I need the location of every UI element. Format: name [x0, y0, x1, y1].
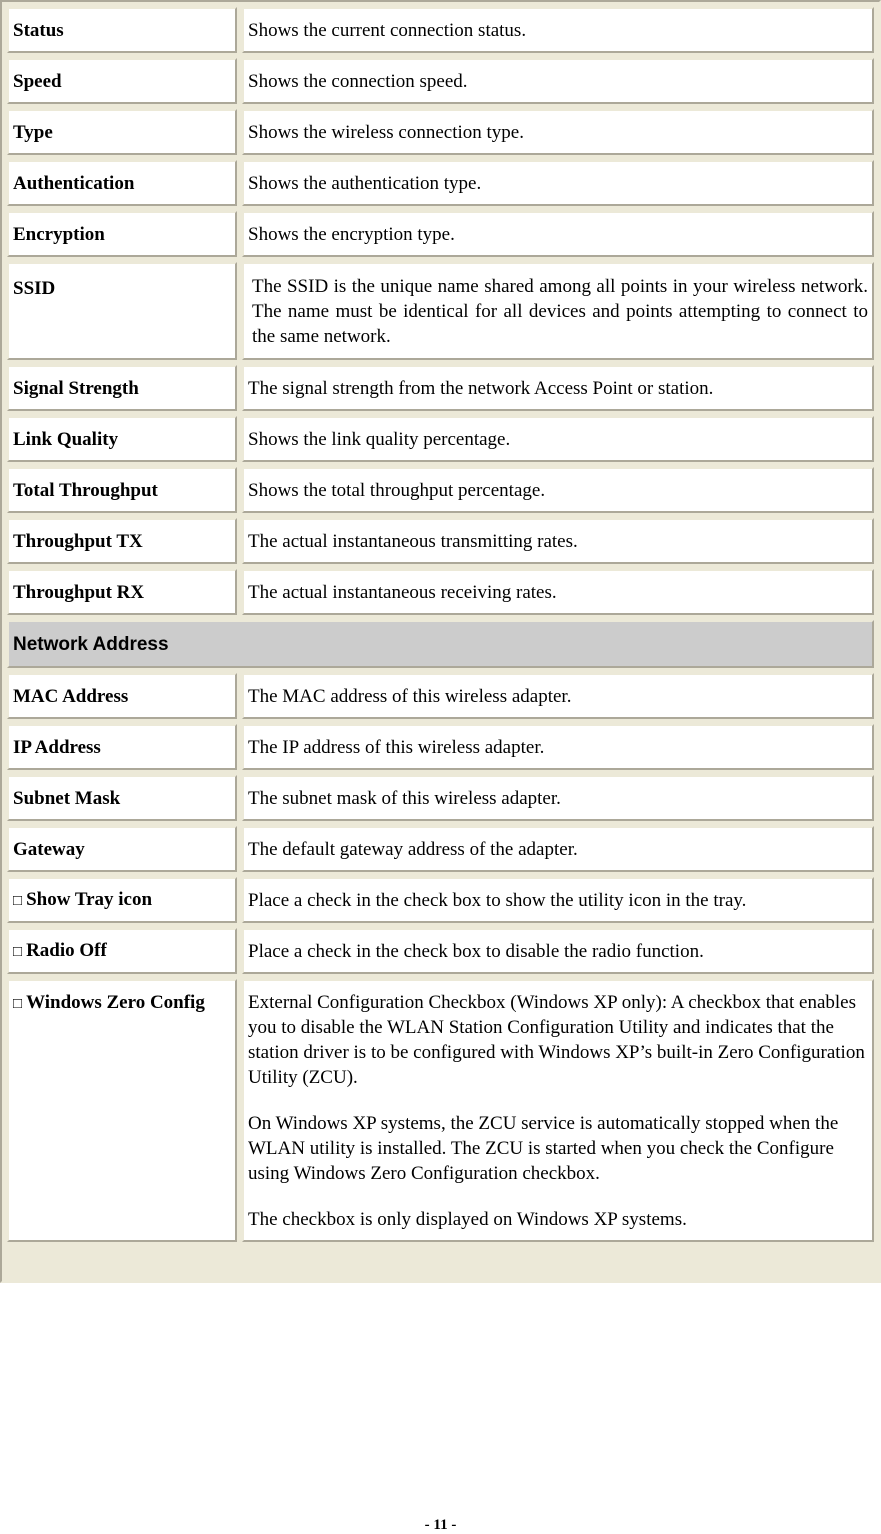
section-header-network-address: Network Address: [7, 620, 874, 668]
row-description: Shows the wireless connection type.: [242, 109, 874, 155]
table-row: Link Quality Shows the link quality perce…: [7, 416, 874, 462]
row-label-text: Show Tray icon: [26, 888, 153, 910]
table-row: Type Shows the wireless connection type.: [7, 109, 874, 155]
definition-table-frame: Status Shows the current connection statu…: [0, 0, 881, 1283]
description-paragraph: External Configuration Checkbox (Windows…: [248, 992, 865, 1088]
row-label: Throughput RX: [7, 569, 237, 615]
row-description: Shows the current connection status.: [242, 7, 874, 53]
table-row: Speed Shows the connection speed.: [7, 58, 874, 104]
row-label: Link Quality: [7, 416, 237, 462]
row-description: The MAC address of this wireless adapter…: [242, 673, 874, 719]
row-description: The SSID is the unique name shared among…: [242, 262, 874, 360]
row-description: Place a check in the check box to disabl…: [242, 928, 874, 974]
table-row: □ Radio Off Place a check in the check box…: [7, 928, 874, 974]
table-row: Throughput TX The actual instantaneous tr…: [7, 518, 874, 564]
row-label: Subnet Mask: [7, 775, 237, 821]
row-label: MAC Address: [7, 673, 237, 719]
table-row: □ Windows Zero Config External Configurat…: [7, 979, 874, 1242]
row-description: Place a check in the check box to show t…: [242, 877, 874, 923]
row-description: External Configuration Checkbox (Windows…: [242, 979, 874, 1242]
table-row: Gateway The default gateway address of th…: [7, 826, 874, 872]
row-label-text: Windows Zero Config: [26, 992, 205, 1013]
description-paragraph: The checkbox is only displayed on Window…: [248, 1209, 687, 1230]
row-label: Throughput TX: [7, 518, 237, 564]
row-label: SSID: [7, 262, 237, 360]
row-description: Shows the link quality percentage.: [242, 416, 874, 462]
row-label: Authentication: [7, 160, 237, 206]
row-label: Status: [7, 7, 237, 53]
row-description: Shows the connection speed.: [242, 58, 874, 104]
row-label: Gateway: [7, 826, 237, 872]
table-row: □ Show Tray icon Place a check in the chec…: [7, 877, 874, 923]
row-description: The IP address of this wireless adapter.: [242, 724, 874, 770]
row-label: IP Address: [7, 724, 237, 770]
checkbox-icon: □: [13, 943, 23, 960]
row-label: Encryption: [7, 211, 237, 257]
checkbox-icon: □: [13, 996, 23, 1012]
row-description: The signal strength from the network Acc…: [242, 365, 874, 411]
row-label: □ Radio Off: [7, 928, 237, 974]
description-paragraph: On Windows XP systems, the ZCU service i…: [248, 1113, 839, 1184]
row-description: The default gateway address of the adapt…: [242, 826, 874, 872]
row-label: □ Windows Zero Config: [7, 979, 237, 1242]
table-row: MAC Address The MAC address of this wirel…: [7, 673, 874, 719]
row-label: Speed: [7, 58, 237, 104]
row-description: Shows the total throughput percentage.: [242, 467, 874, 513]
row-label: Type: [7, 109, 237, 155]
table-row: Signal Strength The signal strength from …: [7, 365, 874, 411]
definition-table: Status Shows the current connection statu…: [2, 2, 879, 1247]
row-description: Shows the encryption type.: [242, 211, 874, 257]
row-label-text: Radio Off: [26, 939, 107, 961]
table-row: SSID The SSID is the unique name shared a…: [7, 262, 874, 360]
table-row: Throughput RX The actual instantaneous re…: [7, 569, 874, 615]
table-row: Authentication Shows the authentication t…: [7, 160, 874, 206]
table-row: Total Throughput Shows the total throughp…: [7, 467, 874, 513]
table-row: Encryption Shows the encryption type.: [7, 211, 874, 257]
row-description: Shows the authentication type.: [242, 160, 874, 206]
row-description: The actual instantaneous receiving rates…: [242, 569, 874, 615]
row-label: □ Show Tray icon: [7, 877, 237, 923]
row-label: Total Throughput: [7, 467, 237, 513]
row-description: The subnet mask of this wireless adapter…: [242, 775, 874, 821]
table-row: Status Shows the current connection statu…: [7, 7, 874, 53]
section-title: Network Address: [7, 620, 874, 668]
table-row: Subnet Mask The subnet mask of this wirel…: [7, 775, 874, 821]
page-number: - 11 -: [424, 1517, 457, 1533]
row-description: The actual instantaneous transmitting ra…: [242, 518, 874, 564]
table-row: IP Address The IP address of this wireles…: [7, 724, 874, 770]
checkbox-icon: □: [13, 892, 23, 909]
row-label: Signal Strength: [7, 365, 237, 411]
